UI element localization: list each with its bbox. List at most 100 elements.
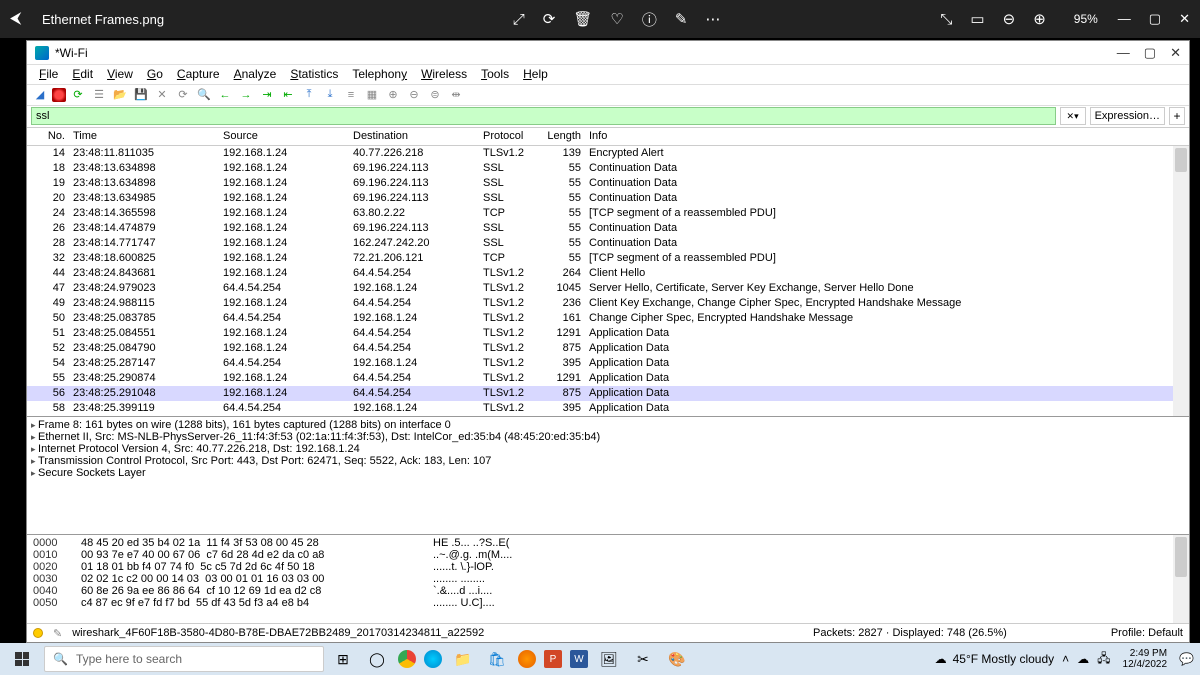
display-filter-input[interactable]: ssl bbox=[31, 107, 1056, 125]
table-row[interactable]: 4723:48:24.97902364.4.54.254192.168.1.24… bbox=[27, 281, 1189, 296]
reload-icon[interactable]: ⟳ bbox=[174, 86, 192, 104]
detail-line[interactable]: Secure Sockets Layer bbox=[31, 467, 1185, 479]
tray-network-icon[interactable]: 🖧 bbox=[1097, 649, 1110, 670]
open-icon[interactable]: 📂 bbox=[111, 86, 129, 104]
tray-chevron-icon[interactable]: ˄ bbox=[1062, 652, 1069, 666]
delete-icon[interactable]: 🗑 bbox=[573, 10, 592, 28]
ws-minimize-icon[interactable]: — bbox=[1117, 45, 1130, 61]
minimize-icon[interactable]: — bbox=[1118, 11, 1131, 27]
table-row[interactable]: 3223:48:18.600825192.168.1.2472.21.206.1… bbox=[27, 251, 1189, 266]
col-info[interactable]: Info bbox=[585, 130, 1189, 142]
close-file-icon[interactable]: ✕ bbox=[153, 86, 171, 104]
rotate-icon[interactable]: ⟳ bbox=[543, 10, 556, 28]
start-button[interactable] bbox=[6, 645, 38, 673]
col-destination[interactable]: Destination bbox=[349, 130, 479, 142]
menu-capture[interactable]: Capture bbox=[171, 65, 226, 83]
menu-file[interactable]: File bbox=[33, 65, 64, 83]
start-capture-icon[interactable]: ◢ bbox=[31, 86, 49, 104]
table-row[interactable]: 5823:48:25.39911964.4.54.254192.168.1.24… bbox=[27, 401, 1189, 416]
status-edit-icon[interactable]: ✎ bbox=[53, 627, 62, 640]
slideshow-icon[interactable]: ▭ bbox=[970, 10, 984, 28]
table-row[interactable]: 2023:48:13.634985192.168.1.2469.196.224.… bbox=[27, 191, 1189, 206]
close-icon[interactable]: ✕ bbox=[1179, 11, 1190, 27]
notifications-icon[interactable]: 💬 bbox=[1179, 652, 1194, 666]
zoomplus-icon[interactable]: ⊕ bbox=[384, 86, 402, 104]
edit-icon[interactable]: ✎ bbox=[675, 10, 688, 28]
expert-info-icon[interactable] bbox=[33, 628, 43, 638]
table-row[interactable]: 1423:48:11.811035192.168.1.2440.77.226.2… bbox=[27, 146, 1189, 161]
table-row[interactable]: 2423:48:14.365598192.168.1.2463.80.2.22T… bbox=[27, 206, 1189, 221]
find-icon[interactable]: 🔍 bbox=[195, 86, 213, 104]
tray-onedrive-icon[interactable]: ☁ bbox=[1077, 652, 1089, 666]
save-icon[interactable]: 💾 bbox=[132, 86, 150, 104]
zoomminus-icon[interactable]: ⊖ bbox=[405, 86, 423, 104]
detail-line[interactable]: Transmission Control Protocol, Src Port:… bbox=[31, 455, 1185, 467]
table-row[interactable]: 1923:48:13.634898192.168.1.2469.196.224.… bbox=[27, 176, 1189, 191]
cortana-icon[interactable]: ◯ bbox=[364, 646, 390, 672]
resize-icon[interactable]: ⇹ bbox=[447, 86, 465, 104]
colorize-icon[interactable]: ▦ bbox=[363, 86, 381, 104]
col-protocol[interactable]: Protocol bbox=[479, 130, 541, 142]
detail-line[interactable]: Internet Protocol Version 4, Src: 40.77.… bbox=[31, 443, 1185, 455]
paint-icon[interactable]: 🎨 bbox=[664, 646, 690, 672]
expand-icon[interactable]: ⤡ bbox=[940, 11, 952, 28]
table-row[interactable]: 5423:48:25.28714764.4.54.254192.168.1.24… bbox=[27, 356, 1189, 371]
zoom-in-icon[interactable]: ⤢ bbox=[513, 11, 525, 28]
restart-capture-icon[interactable]: ⟳ bbox=[69, 86, 87, 104]
detail-line[interactable]: Ethernet II, Src: MS-NLB-PhysServer-26_1… bbox=[31, 431, 1185, 443]
jump-icon[interactable]: ⇥ bbox=[258, 86, 276, 104]
table-row[interactable]: 2623:48:14.474879192.168.1.2469.196.224.… bbox=[27, 221, 1189, 236]
col-no[interactable]: No. bbox=[27, 130, 69, 142]
prev-icon[interactable]: ← bbox=[216, 86, 234, 104]
ws-maximize-icon[interactable]: ▢ bbox=[1144, 45, 1156, 61]
wireshark-titlebar[interactable]: *Wi-Fi — ▢ ✕ bbox=[27, 41, 1189, 65]
first-icon[interactable]: ⤒ bbox=[300, 86, 318, 104]
col-length[interactable]: Length bbox=[541, 130, 585, 142]
table-row[interactable]: 5123:48:25.084551192.168.1.2464.4.54.254… bbox=[27, 326, 1189, 341]
table-row[interactable]: 4923:48:24.988115192.168.1.2464.4.54.254… bbox=[27, 296, 1189, 311]
next-icon[interactable]: → bbox=[237, 86, 255, 104]
hex-row[interactable]: 004060 8e 26 9a ee 86 86 64 cf 10 12 69 … bbox=[33, 585, 1183, 597]
filter-clear-icon[interactable]: ✕▾ bbox=[1060, 107, 1086, 125]
col-time[interactable]: Time bbox=[69, 130, 219, 142]
word-icon[interactable]: W bbox=[570, 650, 588, 668]
menu-wireless[interactable]: Wireless bbox=[415, 65, 473, 83]
taskbar-search[interactable]: 🔍 Type here to search bbox=[44, 646, 324, 672]
packet-details[interactable]: Frame 8: 161 bytes on wire (1288 bits), … bbox=[27, 416, 1189, 535]
edge-icon[interactable] bbox=[424, 650, 442, 668]
stop-capture-icon[interactable] bbox=[52, 88, 66, 102]
menu-edit[interactable]: Edit bbox=[66, 65, 99, 83]
table-row[interactable]: 5523:48:25.290874192.168.1.2464.4.54.254… bbox=[27, 371, 1189, 386]
task-view-icon[interactable]: ⊞ bbox=[330, 646, 356, 672]
table-row[interactable]: 5223:48:25.084790192.168.1.2464.4.54.254… bbox=[27, 341, 1189, 356]
filter-add-button[interactable]: + bbox=[1169, 107, 1185, 125]
expression-button[interactable]: Expression… bbox=[1090, 107, 1165, 125]
detail-line[interactable]: Frame 8: 161 bytes on wire (1288 bits), … bbox=[31, 419, 1185, 431]
packet-list-body[interactable]: 1423:48:11.811035192.168.1.2440.77.226.2… bbox=[27, 146, 1189, 416]
weather-widget[interactable]: ☁ 45°F Mostly cloudy bbox=[935, 652, 1055, 666]
zoomin-icon[interactable]: ⊕ bbox=[1033, 10, 1046, 28]
table-row[interactable]: 1823:48:13.634898192.168.1.2469.196.224.… bbox=[27, 161, 1189, 176]
menu-view[interactable]: View bbox=[101, 65, 139, 83]
menu-help[interactable]: Help bbox=[517, 65, 554, 83]
packet-bytes[interactable]: 000048 45 20 ed 35 b4 02 1a 11 f4 3f 53 … bbox=[27, 534, 1189, 623]
col-source[interactable]: Source bbox=[219, 130, 349, 142]
hex-scrollbar[interactable] bbox=[1173, 535, 1189, 623]
menu-tools[interactable]: Tools bbox=[475, 65, 515, 83]
last-icon[interactable]: ⤓ bbox=[321, 86, 339, 104]
zoomout-icon[interactable]: ⊖ bbox=[1003, 10, 1016, 28]
table-row[interactable]: 5023:48:25.08378564.4.54.254192.168.1.24… bbox=[27, 311, 1189, 326]
photos-icon[interactable]: 🖼 bbox=[596, 646, 622, 672]
chrome-icon[interactable] bbox=[398, 650, 416, 668]
snip-icon[interactable]: ✂ bbox=[630, 646, 656, 672]
ws-close-icon[interactable]: ✕ bbox=[1170, 45, 1181, 61]
status-profile[interactable]: Profile: Default bbox=[1083, 627, 1183, 639]
table-row[interactable]: 4423:48:24.843681192.168.1.2464.4.54.254… bbox=[27, 266, 1189, 281]
hex-row[interactable]: 001000 93 7e e7 40 00 67 06 c7 6d 28 4d … bbox=[33, 549, 1183, 561]
zoomreset-icon[interactable]: ⊜ bbox=[426, 86, 444, 104]
hex-row[interactable]: 000048 45 20 ed 35 b4 02 1a 11 f4 3f 53 … bbox=[33, 537, 1183, 549]
goto-icon[interactable]: ⇤ bbox=[279, 86, 297, 104]
explorer-icon[interactable]: 📁 bbox=[450, 646, 476, 672]
autoscroll-icon[interactable]: ≡ bbox=[342, 86, 360, 104]
powerpoint-icon[interactable]: P bbox=[544, 650, 562, 668]
